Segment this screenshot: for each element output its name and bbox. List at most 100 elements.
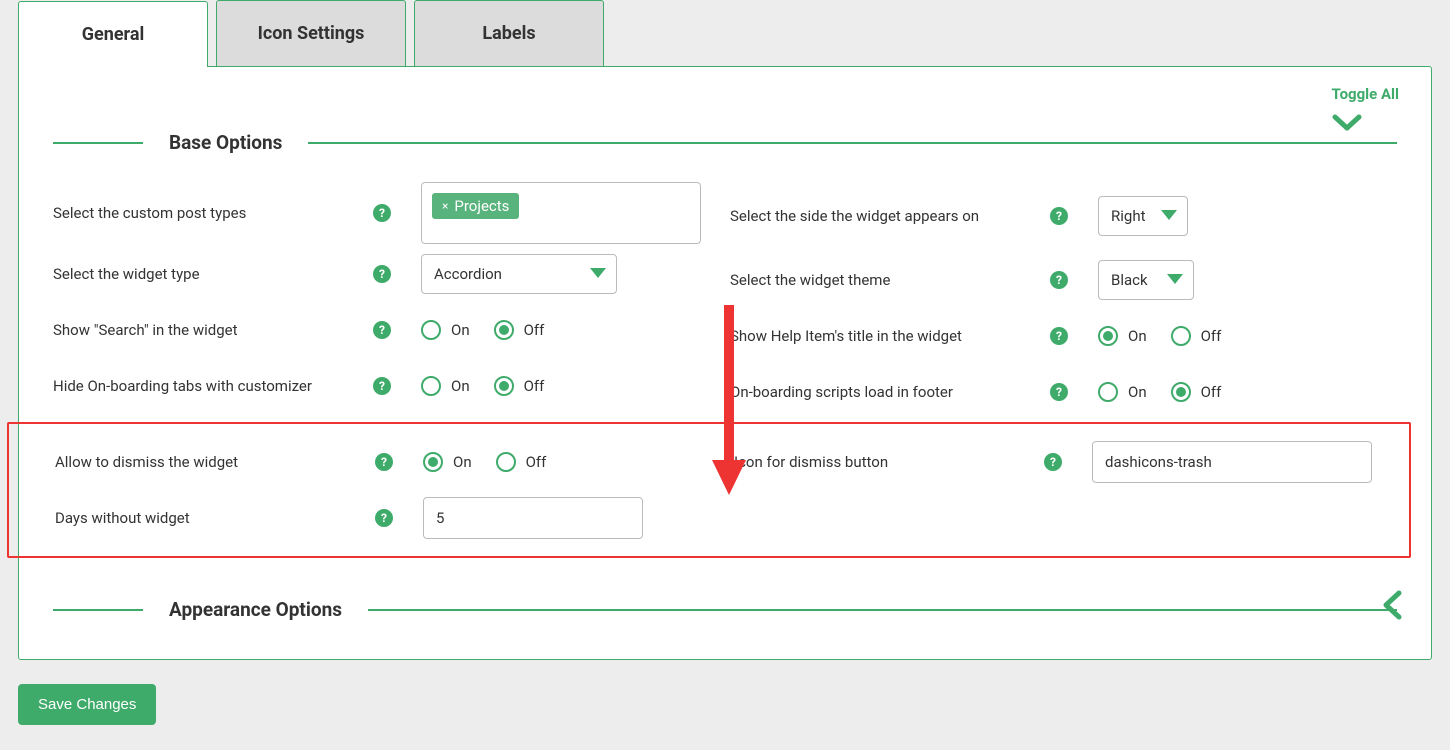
- tag-label: Projects: [454, 197, 509, 215]
- field-label: Select the widget theme: [730, 271, 1050, 289]
- tab-labels[interactable]: Labels: [414, 0, 604, 66]
- col-left: Select the custom post types ? × Project…: [53, 180, 720, 420]
- help-icon[interactable]: ?: [1050, 271, 1068, 289]
- radio-label: On: [451, 321, 470, 339]
- save-button[interactable]: Save Changes: [18, 684, 156, 725]
- tab-icon-settings[interactable]: Icon Settings: [216, 0, 406, 66]
- input-value: dashicons-trash: [1105, 453, 1212, 471]
- tag-projects[interactable]: × Projects: [432, 193, 519, 219]
- radio-label: Off: [524, 321, 545, 339]
- rule-icon: [53, 609, 143, 611]
- field-label: Show "Search" in the widget: [53, 321, 373, 339]
- section-header-appearance[interactable]: Appearance Options: [53, 598, 1397, 621]
- help-icon[interactable]: ?: [1050, 383, 1068, 401]
- row-show-search: Show "Search" in the widget ? On Off: [53, 302, 720, 358]
- highlight-grid: Allow to dismiss the widget ? On Off Day…: [15, 434, 1403, 546]
- radio-label: Off: [1201, 383, 1222, 401]
- field-label: Show Help Item's title in the widget: [730, 327, 1050, 345]
- select-value: Accordion: [434, 265, 502, 283]
- radio-label: On: [1128, 383, 1147, 401]
- row-allow-dismiss: Allow to dismiss the widget ? On Off: [55, 434, 724, 490]
- days-without-input[interactable]: 5: [423, 497, 643, 539]
- field-label: On-boarding scripts load in footer: [730, 383, 1050, 401]
- radio-label: On: [453, 453, 472, 471]
- help-icon[interactable]: ?: [1050, 207, 1068, 225]
- radio-on[interactable]: [1098, 382, 1118, 402]
- section-title: Appearance Options: [169, 598, 342, 621]
- scripts-footer-radio-group: On Off: [1098, 382, 1235, 402]
- radio-off[interactable]: [496, 452, 516, 472]
- col-right: Select the side the widget appears on ? …: [730, 180, 1397, 420]
- section-header-base[interactable]: Base Options: [53, 131, 1397, 154]
- rule-icon: [368, 609, 1397, 611]
- caret-down-icon: [590, 268, 606, 280]
- help-icon[interactable]: ?: [373, 265, 391, 283]
- row-post-types: Select the custom post types ? × Project…: [53, 180, 720, 246]
- row-scripts-footer: On-boarding scripts load in footer ? On …: [730, 364, 1397, 420]
- tab-general[interactable]: General: [18, 1, 208, 67]
- show-search-radio-group: On Off: [421, 320, 558, 340]
- field-label: Select the custom post types: [53, 204, 373, 222]
- radio-on[interactable]: [1098, 326, 1118, 346]
- post-types-tagbox[interactable]: × Projects: [421, 182, 701, 244]
- hide-onboarding-radio-group: On Off: [421, 376, 558, 396]
- close-icon[interactable]: ×: [442, 199, 448, 213]
- chevron-down-icon: [1332, 113, 1399, 133]
- input-value: 5: [436, 509, 444, 527]
- help-icon[interactable]: ?: [1044, 453, 1062, 471]
- help-icon[interactable]: ?: [373, 321, 391, 339]
- toggle-all-label: Toggle All: [1332, 85, 1399, 103]
- help-icon[interactable]: ?: [373, 204, 391, 222]
- chevron-left-icon: [1381, 590, 1403, 620]
- help-icon[interactable]: ?: [1050, 327, 1068, 345]
- toggle-all-button[interactable]: Toggle All: [1332, 85, 1399, 133]
- col-left-hl: Allow to dismiss the widget ? On Off Day…: [55, 434, 724, 546]
- select-value: Right: [1111, 207, 1145, 225]
- row-hide-onboarding: Hide On-boarding tabs with customizer ? …: [53, 358, 720, 414]
- rule-icon: [308, 142, 1397, 144]
- radio-on[interactable]: [423, 452, 443, 472]
- help-icon[interactable]: ?: [375, 453, 393, 471]
- show-title-radio-group: On Off: [1098, 326, 1235, 346]
- field-label: Days without widget: [55, 509, 375, 527]
- radio-label: On: [1128, 327, 1147, 345]
- help-icon[interactable]: ?: [373, 377, 391, 395]
- radio-off[interactable]: [1171, 326, 1191, 346]
- radio-off[interactable]: [1171, 382, 1191, 402]
- radio-label: Off: [524, 377, 545, 395]
- row-widget-type: Select the widget type ? Accordion: [53, 246, 720, 302]
- row-dismiss-icon: Icon for dismiss button ? dashicons-tras…: [734, 434, 1403, 490]
- radio-off[interactable]: [494, 376, 514, 396]
- allow-dismiss-radio-group: On Off: [423, 452, 560, 472]
- row-show-title: Show Help Item's title in the widget ? O…: [730, 308, 1397, 364]
- caret-down-icon: [1161, 210, 1177, 222]
- caret-down-icon: [1167, 274, 1183, 286]
- radio-label: Off: [526, 453, 547, 471]
- field-label: Select the widget type: [53, 265, 373, 283]
- section-title: Base Options: [169, 131, 282, 154]
- radio-on[interactable]: [421, 376, 441, 396]
- radio-label: Off: [1201, 327, 1222, 345]
- help-icon[interactable]: ?: [375, 509, 393, 527]
- row-widget-side: Select the side the widget appears on ? …: [730, 180, 1397, 252]
- radio-label: On: [451, 377, 470, 395]
- select-value: Black: [1111, 271, 1148, 289]
- base-options-grid: Select the custom post types ? × Project…: [53, 180, 1397, 420]
- row-widget-theme: Select the widget theme ? Black: [730, 252, 1397, 308]
- row-days-without: Days without widget ? 5: [55, 490, 724, 546]
- widget-theme-select[interactable]: Black: [1098, 260, 1194, 300]
- radio-on[interactable]: [421, 320, 441, 340]
- field-label: Hide On-boarding tabs with customizer: [53, 377, 373, 395]
- field-label: Icon for dismiss button: [734, 453, 1044, 471]
- dismiss-icon-input[interactable]: dashicons-trash: [1092, 441, 1372, 483]
- rule-icon: [53, 142, 143, 144]
- tab-bar: General Icon Settings Labels: [18, 0, 1432, 66]
- field-label: Allow to dismiss the widget: [55, 453, 375, 471]
- widget-side-select[interactable]: Right: [1098, 196, 1188, 236]
- widget-type-select[interactable]: Accordion: [421, 254, 617, 294]
- highlighted-region: Allow to dismiss the widget ? On Off Day…: [7, 422, 1411, 558]
- col-right-hl: Icon for dismiss button ? dashicons-tras…: [734, 434, 1403, 546]
- field-label: Select the side the widget appears on: [730, 207, 1050, 225]
- radio-off[interactable]: [494, 320, 514, 340]
- settings-panel: Toggle All Base Options Select the custo…: [18, 66, 1432, 660]
